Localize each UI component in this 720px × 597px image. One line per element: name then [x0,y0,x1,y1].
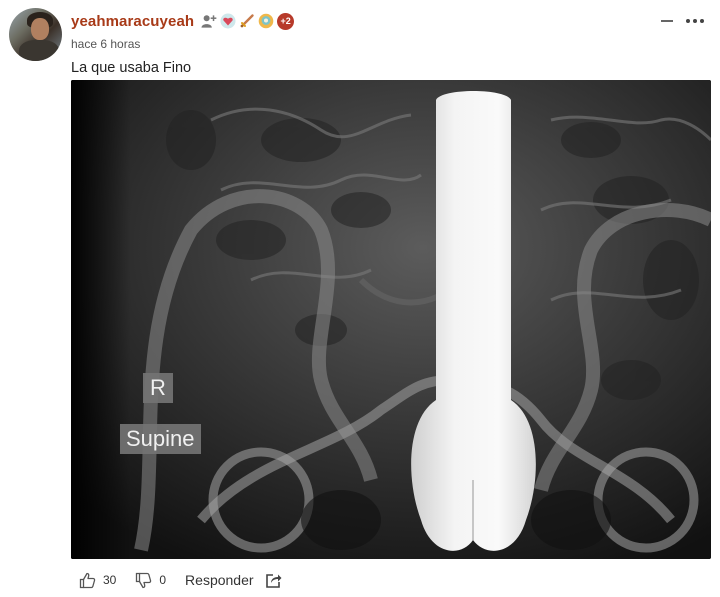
share-icon [265,572,282,589]
follow-user-icon[interactable] [201,13,217,29]
xray-label-position: Supine [120,424,201,455]
user-badges: +2 [201,12,295,30]
like-count: 30 [103,573,117,587]
comment-image-attachment[interactable]: R Supine [71,80,711,559]
more-options-icon[interactable] [686,12,704,30]
heart-gem-badge-icon[interactable] [220,13,236,29]
comment-header-actions [661,12,704,30]
thumbs-up-icon [79,572,96,589]
medal-badge-icon[interactable] [258,13,274,29]
dislike-count: 0 [159,573,167,587]
more-badges-count[interactable]: +2 [277,12,295,30]
comment-text: La que usaba Fino [71,60,192,76]
user-avatar[interactable] [9,8,62,61]
dislike-button[interactable]: 0 [135,572,166,589]
collapse-icon[interactable] [661,12,674,30]
comment-timestamp: hace 6 horas [71,37,141,51]
comment: yeahmaracuyeah +2 hace 6 horas La que us… [0,0,720,597]
comment-actions: 30 0 Responder [79,571,282,589]
like-button[interactable]: 30 [79,572,116,589]
xray-image [71,80,711,559]
share-button[interactable] [265,572,282,589]
thumbs-down-icon [135,572,152,589]
reply-button[interactable]: Responder [185,572,254,588]
comment-header: yeahmaracuyeah +2 [71,11,295,31]
sword-badge-icon[interactable] [239,13,255,29]
username-link[interactable]: yeahmaracuyeah [71,13,194,30]
xray-label-side: R [143,373,173,404]
